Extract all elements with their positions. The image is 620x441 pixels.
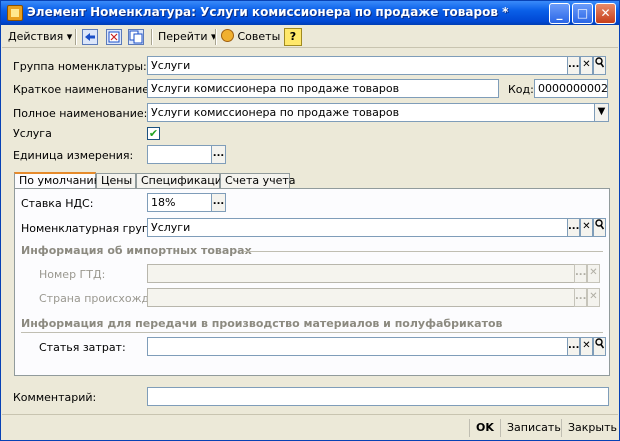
footer-separator <box>500 419 501 437</box>
service-checkbox[interactable]: ✔ <box>147 127 160 140</box>
full-name-input[interactable]: Услуги комиссионера по продаже товаров <box>147 103 595 122</box>
comment-label: Комментарий: <box>13 391 97 404</box>
app-icon <box>7 5 23 21</box>
nom-group-label: Номенклатурная группа: <box>21 222 167 235</box>
clear-button[interactable]: ✕ <box>580 56 593 75</box>
ok-button[interactable]: OK <box>476 420 494 436</box>
section-divider <box>21 332 603 333</box>
tips-button[interactable]: Советы <box>221 28 280 46</box>
full-name-label: Полное наименование: <box>13 107 148 120</box>
full-name-dropdown-button[interactable]: ▼ <box>594 103 609 122</box>
goto-menu-label: Перейти <box>158 30 208 43</box>
country-input[interactable] <box>147 288 575 307</box>
maximize-button[interactable]: □ <box>572 3 593 24</box>
tab-prices[interactable]: Цены <box>96 173 136 189</box>
footer-bar: OK Записать Закрыть <box>2 414 618 440</box>
import-section-title: Информация об импортных товарах <box>21 244 252 257</box>
cost-item-label: Статья затрат: <box>39 341 126 354</box>
vat-label: Ставка НДС: <box>21 197 94 210</box>
clear-button[interactable]: ✕ <box>580 218 593 237</box>
group-input[interactable]: Услуги <box>147 56 568 75</box>
search-icon[interactable] <box>593 56 606 75</box>
actions-menu[interactable]: Действия ▾ <box>8 28 72 46</box>
section-divider <box>243 251 603 252</box>
toolbar-separator <box>215 29 216 45</box>
cost-item-input[interactable] <box>147 337 568 356</box>
help-icon[interactable]: ? <box>284 28 302 46</box>
chevron-down-icon: ▾ <box>66 30 73 43</box>
production-section-title: Информация для передачи в производство м… <box>21 317 503 330</box>
clear-button[interactable]: ✕ <box>580 337 593 356</box>
toolbar-separator <box>75 29 76 45</box>
select-button[interactable]: ... <box>567 218 580 237</box>
document-structure-icon[interactable] <box>106 29 122 45</box>
select-button[interactable]: ... <box>574 288 587 307</box>
goto-menu[interactable]: Перейти ▾ <box>158 28 217 46</box>
vat-input[interactable]: 18% <box>147 193 212 212</box>
clear-button[interactable]: ✕ <box>587 264 600 283</box>
copy-document-icon[interactable] <box>128 29 144 45</box>
close-button[interactable]: Закрыть <box>568 420 617 436</box>
actions-menu-label: Действия <box>8 30 64 43</box>
vat-select-button[interactable]: ... <box>211 193 226 212</box>
service-label: Услуга <box>13 127 52 140</box>
tab-specifications[interactable]: Спецификации <box>136 173 229 189</box>
search-icon[interactable] <box>593 337 606 356</box>
title-bar[interactable]: Элемент Номенклатура: Услуги комиссионер… <box>1 1 619 25</box>
select-button[interactable]: ... <box>574 264 587 283</box>
search-icon[interactable] <box>593 218 606 237</box>
tab-accounts[interactable]: Счета учета <box>220 173 296 189</box>
footer-separator <box>469 419 470 437</box>
minimize-button[interactable]: _ <box>549 3 570 24</box>
back-arrow-icon[interactable] <box>82 29 98 45</box>
footer-separator <box>561 419 562 437</box>
gtd-input[interactable] <box>147 264 575 283</box>
code-input[interactable]: 00000000024 <box>534 79 608 98</box>
item-form-window: Элемент Номенклатура: Услуги комиссионер… <box>0 0 620 441</box>
short-name-input[interactable]: Услуги комиссионера по продаже товаров <box>147 79 499 98</box>
tips-label: Советы <box>237 30 281 43</box>
tips-icon <box>221 29 234 42</box>
select-button[interactable]: ... <box>567 337 580 356</box>
select-button[interactable]: ... <box>567 56 580 75</box>
comment-input[interactable] <box>147 387 609 406</box>
save-button[interactable]: Записать <box>507 420 561 436</box>
unit-select-button[interactable]: ... <box>211 145 226 164</box>
gtd-label: Номер ГТД: <box>39 268 106 281</box>
toolbar: Действия ▾ Перейти ▾ Советы ? <box>2 26 618 48</box>
code-label: Код: <box>508 83 534 96</box>
toolbar-separator <box>151 29 152 45</box>
group-label: Группа номенклатуры: <box>13 60 147 73</box>
clear-button[interactable]: ✕ <box>587 288 600 307</box>
unit-label: Единица измерения: <box>13 149 134 162</box>
nom-group-input[interactable]: Услуги <box>147 218 568 237</box>
unit-input[interactable] <box>147 145 212 164</box>
window-title: Элемент Номенклатура: Услуги комиссионер… <box>27 5 509 19</box>
short-name-label: Краткое наименование: <box>13 83 153 96</box>
close-window-button[interactable]: ✕ <box>595 3 616 24</box>
